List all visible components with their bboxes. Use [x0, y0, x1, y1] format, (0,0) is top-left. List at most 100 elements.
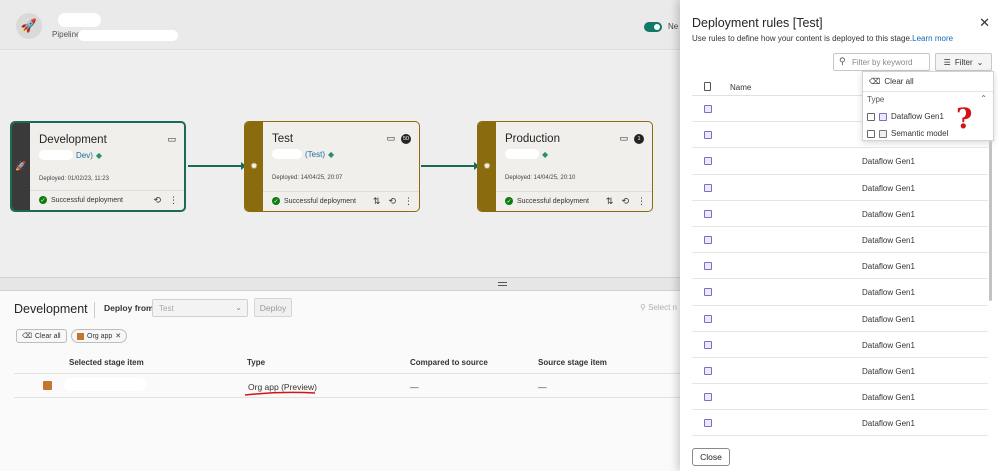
stage-title: Production [505, 133, 560, 145]
count-badge: 1 [634, 133, 644, 144]
new-view-toggle[interactable] [644, 22, 662, 32]
filter-button[interactable]: ☰ Filter ⌄ [935, 53, 992, 71]
filter-option-semantic-model[interactable]: Semantic model [867, 129, 948, 138]
compare-icon[interactable]: ⇅ [373, 196, 381, 207]
redacted-workspace [505, 149, 539, 159]
rule-row[interactable]: Dataflow Gen1 [692, 148, 988, 175]
rule-row[interactable]: Dataflow Gen1 [692, 410, 988, 437]
search-icon: ⚲ [839, 56, 846, 66]
source-value: — [538, 382, 547, 392]
deployed-time: Deployed: 01/02/23, 11:23 [39, 176, 109, 182]
note-icon[interactable]: ▭ [619, 133, 628, 144]
stage-title: Test [272, 133, 294, 145]
org-app-icon [43, 381, 52, 390]
compared-value: — [410, 382, 419, 392]
note-icon[interactable]: ▭ [167, 134, 176, 145]
dataflow-icon [704, 157, 712, 166]
history-icon[interactable]: ⟲ [153, 195, 161, 206]
stage-connector [188, 162, 246, 170]
stage-connector [421, 162, 479, 170]
more-icon[interactable]: ⋮ [169, 195, 178, 206]
stage-footer: ✓ Successful deployment ⇅ ⟲ ⋮ [496, 191, 652, 211]
rule-row[interactable]: Dataflow Gen1 [692, 279, 988, 306]
org-app-chip[interactable]: Org app ✕ [71, 329, 128, 343]
stage-workspace[interactable]: (Test) ◆ [272, 149, 334, 159]
rule-row[interactable]: Dataflow Gen1 [692, 253, 988, 280]
more-icon[interactable]: ⋮ [404, 196, 413, 207]
rule-item-type: Dataflow Gen1 [862, 235, 915, 245]
rule-row[interactable]: Dataflow Gen1 [692, 332, 988, 358]
scrollbar[interactable] [989, 141, 992, 301]
org-app-icon [77, 332, 84, 340]
rule-row[interactable]: Dataflow Gen1 [692, 175, 988, 201]
deploy-button[interactable]: Deploy [254, 298, 292, 317]
close-icon[interactable]: ✕ [115, 332, 121, 340]
chevron-down-icon: ⌄ [235, 303, 242, 312]
dataflow-icon [704, 105, 712, 113]
history-icon[interactable]: ⟲ [388, 196, 396, 207]
rocket-icon: 🚀 [16, 13, 42, 39]
stage-footer: ✓ Successful deployment ⟲ ⋮ [30, 190, 184, 210]
deployed-time: Deployed: 14/04/25, 20:10 [505, 175, 576, 181]
note-icon[interactable]: ▭ [386, 133, 395, 144]
check-icon: ✓ [39, 196, 47, 204]
filter-group-label: Type [867, 95, 885, 104]
close-icon[interactable]: ✕ [979, 15, 990, 31]
dataflow-icon [704, 340, 712, 349]
diamond-icon: ◆ [542, 149, 549, 159]
keyword-search-input[interactable]: ⚲ Filter by keyword [833, 53, 930, 71]
diamond-icon: ◆ [328, 149, 335, 159]
checkbox[interactable] [867, 112, 875, 121]
filter-dropdown: ⌫ Clear all Type ⌃ Dataflow Gen1 Semanti… [862, 71, 994, 141]
dataflow-icon [704, 209, 712, 218]
name-column-header[interactable]: Name [730, 83, 751, 92]
filter-icon: ☰ [943, 57, 951, 67]
clear-all-chip[interactable]: ⌫ Clear all [16, 329, 67, 343]
column-header: Compared to source [410, 358, 488, 367]
checkbox[interactable] [867, 129, 875, 138]
stage-card-test[interactable]: ✹ Test ▭ 50 (Test) ◆ Deployed: 14/04/25,… [244, 121, 420, 212]
rule-item-type: Dataflow Gen1 [862, 419, 915, 429]
stage-top-icons: ▭ [167, 134, 176, 145]
workspace-suffix: Dev) [76, 150, 93, 160]
learn-more-link[interactable]: Learn more [912, 34, 953, 43]
chevron-up-icon[interactable]: ⌃ [980, 94, 987, 103]
clear-filter-icon: ⌫ [869, 77, 881, 86]
stage-card-development[interactable]: 🚀 Development ▭ Dev) ◆ Deployed: 01/02/2… [10, 121, 186, 212]
dataflow-icon [704, 393, 712, 402]
rule-item-type: Dataflow Gen1 [862, 366, 915, 376]
dataflow-icon [704, 288, 712, 297]
deploy-from-value: Test [159, 304, 174, 313]
rules-list: Dataflow Gen1 Dataflow Gen1 Dataflow Gen1 D… [692, 96, 988, 437]
stage-top-icons: ▭ 1 [619, 133, 644, 144]
stage-card-production[interactable]: ✹ Production ▭ 1 ◆ Deployed: 14/04/25, 2… [477, 121, 653, 212]
section-title: Development [14, 302, 88, 316]
rule-row[interactable]: Dataflow Gen1 [692, 227, 988, 254]
stage-workspace[interactable]: ◆ [505, 149, 548, 159]
check-icon: ✓ [272, 197, 280, 205]
select-related-link[interactable]: ⚲ Select n [640, 303, 677, 312]
stage-workspace[interactable]: Dev) ◆ [39, 150, 102, 160]
more-icon[interactable]: ⋮ [637, 196, 646, 207]
rule-item-type: Dataflow Gen1 [862, 262, 915, 272]
compare-icon[interactable]: ⇅ [606, 196, 614, 207]
stage-icon: ✹ [478, 122, 496, 211]
dataflow-icon [704, 183, 712, 192]
filter-option-dataflow[interactable]: Dataflow Gen1 [867, 112, 944, 121]
semantic-model-icon [879, 129, 887, 138]
rule-row[interactable]: Dataflow Gen1 [692, 306, 988, 332]
grip-icon[interactable] [498, 282, 507, 286]
rule-row[interactable]: Dataflow Gen1 [692, 358, 988, 385]
rule-row[interactable]: Dataflow Gen1 [692, 201, 988, 227]
stage-title: Development [39, 134, 107, 146]
deploy-from-select[interactable]: Test ⌄ [152, 299, 248, 317]
close-button[interactable]: Close [692, 448, 730, 466]
clear-all-filter[interactable]: ⌫ Clear all [869, 77, 914, 86]
check-icon: ✓ [505, 197, 513, 205]
clear-filter-icon: ⌫ [22, 333, 32, 340]
rule-row[interactable]: Dataflow Gen1 [692, 384, 988, 411]
redacted-pipeline-name [58, 13, 101, 27]
redacted-workspace [272, 149, 302, 159]
history-icon[interactable]: ⟲ [621, 196, 629, 207]
dataflow-icon [704, 366, 712, 375]
